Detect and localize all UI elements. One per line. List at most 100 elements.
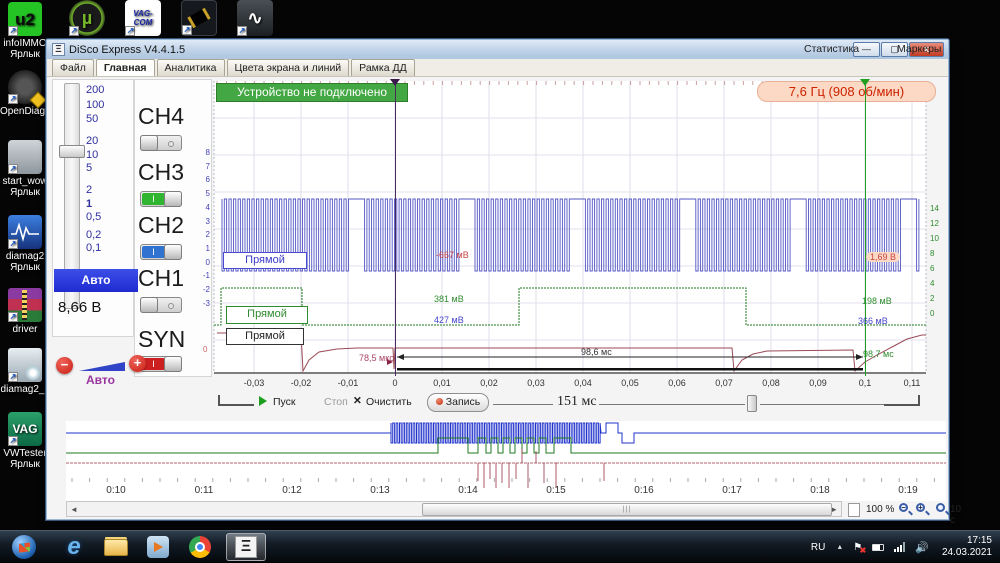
ch3-mode-box[interactable]: Прямой [226, 306, 308, 324]
scale-value-10[interactable]: 10 [86, 149, 116, 161]
y-right-tick: 4 [930, 279, 934, 288]
page-zoom-icon[interactable] [848, 503, 860, 517]
utorrent-icon: µ↗ [69, 0, 105, 36]
taskbar-explorer-icon[interactable] [98, 533, 134, 561]
tray-clock[interactable]: 17:15 24.03.2021 [942, 535, 992, 559]
overview-strip[interactable]: 0:100:110:120:130:140:150:160:170:180:19 [66, 421, 946, 501]
icon-label: start_wow [0, 176, 50, 187]
play-icon[interactable] [259, 396, 267, 406]
toggle-CH1[interactable] [140, 297, 182, 313]
time-marker-1[interactable] [395, 79, 396, 376]
desktop-icon-opendiag[interactable]: ↗OpenDiagF [0, 70, 50, 117]
x-tick-0,1: 0,1 [845, 378, 885, 388]
channel-label-CH1: CH1 [138, 265, 184, 292]
scale-auto-button[interactable]: Авто [54, 269, 138, 292]
measure-period: 98,6 мс [581, 347, 612, 357]
language-indicator[interactable]: RU [811, 542, 825, 553]
scale-value-200[interactable]: 200 [86, 84, 116, 96]
taskbar-chrome-icon[interactable] [182, 533, 218, 561]
taskbar-wmp-icon[interactable] [140, 533, 176, 561]
clear-button[interactable]: Очистить [366, 396, 412, 408]
desktop-icon-diamag2[interactable]: ↗diamag2Ярлык [0, 215, 50, 273]
shortcut-arrow-icon: ↗ [8, 164, 18, 174]
window-title: DiSco Express V4.4.1.5 [69, 44, 185, 56]
toggle-CH4[interactable] [140, 135, 182, 151]
tab-Главная[interactable]: Главная [96, 59, 155, 76]
ch1-mode-box[interactable]: Прямой [226, 328, 304, 345]
zoom-out-icon[interactable]: − [898, 502, 913, 517]
minus-button[interactable]: − [56, 357, 73, 374]
cursor2-ch2-value: 1,69 В [866, 252, 900, 262]
scope-plot[interactable] [197, 79, 941, 376]
desktop-icon-vag-com[interactable]: VAG-COM↗ [118, 0, 168, 38]
toggle-SYN[interactable]: I [140, 356, 182, 372]
vwtester-icon: VAG↗ [8, 412, 42, 446]
time-zoom-icon[interactable] [935, 502, 950, 517]
windows-flag-icon [19, 542, 30, 552]
toggle-CH3[interactable]: I [140, 191, 182, 207]
action-center-flag-icon[interactable]: ⚑✖ [853, 542, 862, 553]
voltage-scale-slider-handle[interactable] [59, 145, 85, 158]
scale-value-1[interactable]: 1 [86, 198, 116, 210]
x-tick-0,07: 0,07 [704, 378, 744, 388]
icon-label: driver [0, 324, 50, 335]
icon-label: infoIMMO [0, 38, 50, 49]
scale-value-0,1[interactable]: 0,1 [86, 242, 116, 254]
time-marker-2[interactable] [865, 79, 866, 376]
scale-value-20[interactable]: 20 [86, 135, 116, 147]
battery-icon[interactable] [872, 544, 884, 551]
desktop-icon-driver[interactable]: ↗ driver [0, 288, 50, 335]
scrollbar-thumb[interactable]: ||| [422, 503, 832, 516]
svg-text:0:13: 0:13 [370, 485, 390, 496]
scale-value-5[interactable]: 5 [86, 162, 116, 174]
scale-value-0,2[interactable]: 0,2 [86, 229, 116, 241]
scale-value-0,5[interactable]: 0,5 [86, 211, 116, 223]
svg-text:0:11: 0:11 [195, 485, 214, 496]
tab-Аналитика[interactable]: Аналитика [157, 59, 225, 76]
shortcut-arrow-icon: ↗ [125, 26, 135, 36]
tab-Рамка ДД[interactable]: Рамка ДД [351, 59, 415, 76]
desktop-icon-start-wow[interactable]: ↗start_wowЯрлык [0, 140, 50, 198]
record-button[interactable]: Запись [427, 393, 489, 412]
start-button[interactable] [6, 533, 42, 561]
taskbar-disco-active[interactable]: Ξ [226, 533, 266, 561]
network-icon[interactable] [894, 542, 905, 552]
voltage-readout: 8,66 В [58, 299, 101, 316]
timeline-slider-handle[interactable] [747, 395, 757, 412]
measure-small: 78,5 мкс [359, 353, 394, 363]
scale-value-2[interactable]: 2 [86, 184, 116, 196]
diamag2-icon: ↗ [8, 215, 42, 249]
tray-date: 24.03.2021 [942, 547, 992, 559]
tab-Файл[interactable]: Файл [52, 59, 94, 76]
desktop-icon-diamag2-setup[interactable]: ↗diamag2_s [0, 348, 50, 395]
scroll-left-icon[interactable]: ◄ [70, 505, 78, 514]
desktop-icon-infoimmo[interactable]: u2↗infoIMMOЯрлык [0, 2, 50, 60]
zoom-in-icon[interactable]: + [915, 502, 930, 517]
desktop-icon-winols[interactable]: ∿↗ [230, 0, 280, 38]
tray-expand-icon[interactable]: ▲ [836, 544, 843, 551]
start-button[interactable]: Пуск [273, 396, 296, 408]
ch2-mode-box[interactable]: Прямой [223, 252, 307, 269]
y-right-tick: 0 [930, 309, 934, 318]
sync-auto-label[interactable]: Авто [86, 373, 115, 387]
system-tray: RU ▲ ⚑✖ 🔊 17:15 24.03.2021 [805, 531, 1000, 563]
toggle-CH2[interactable]: I [140, 244, 182, 260]
record-span-bracket-left [218, 395, 254, 406]
scale-value-50[interactable]: 50 [86, 113, 116, 125]
menu-markers[interactable]: Маркеры [897, 43, 941, 55]
menu-statistics[interactable]: Статистика [804, 43, 859, 55]
tab-Цвета экрана и линий[interactable]: Цвета экрана и линий [227, 59, 350, 76]
scale-value-100[interactable]: 100 [86, 99, 116, 111]
taskbar-ie-icon[interactable]: e [56, 533, 92, 561]
window-length-readout: 151 мс [557, 394, 597, 410]
desktop-icon-vwtester[interactable]: VAG↗VWTesterЯрлык [0, 412, 50, 470]
desktop-icon-chip[interactable]: ↗ [174, 0, 224, 38]
desktop-icon-utorrent[interactable]: µ↗ [62, 0, 112, 38]
horizontal-scrollbar[interactable]: ◄ ► ||| [66, 501, 842, 517]
volume-icon[interactable]: 🔊 [915, 541, 929, 554]
scope-svg [197, 79, 941, 376]
shortcut-arrow-icon: ↗ [8, 312, 18, 322]
stop-button[interactable]: Стоп [324, 396, 348, 408]
plus-button[interactable]: + [129, 355, 146, 372]
svg-text:0:18: 0:18 [810, 485, 830, 496]
